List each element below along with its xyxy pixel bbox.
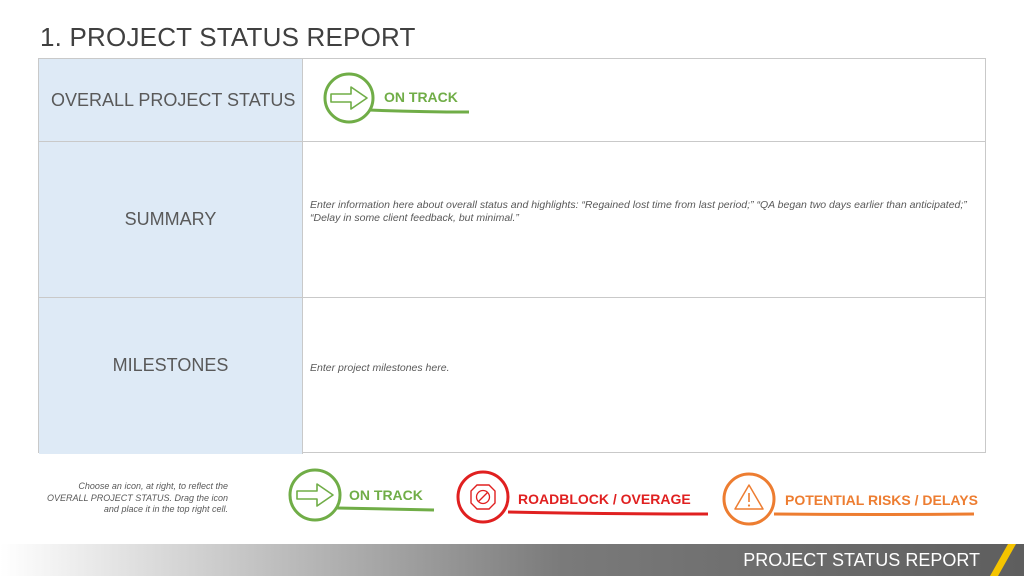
instruction-text: Choose an icon, at right, to reflect the…	[46, 481, 228, 514]
milestones-text[interactable]: Enter project milestones here.	[310, 362, 975, 375]
overall-status-row: OVERALL PROJECT STATUS ON TRACK	[39, 59, 985, 142]
summary-label: SUMMARY	[39, 142, 303, 297]
roadblock-badge[interactable]: ROADBLOCK / OVERAGE	[456, 470, 712, 528]
on-track-badge[interactable]: ON TRACK	[288, 468, 438, 526]
overall-status-label: OVERALL PROJECT STATUS	[39, 59, 303, 141]
current-status-badge[interactable]: ON TRACK	[323, 71, 473, 127]
footer-bar: PROJECT STATUS REPORT	[0, 544, 1024, 576]
current-status-label: ON TRACK	[384, 89, 458, 105]
on-track-label: ON TRACK	[349, 487, 423, 503]
footer-accent-stripe	[990, 544, 1016, 576]
page-title: 1. PROJECT STATUS REPORT	[40, 22, 416, 52]
overall-status-cell[interactable]: ON TRACK	[303, 59, 985, 141]
risks-badge[interactable]: POTENTIAL RISKS / DELAYS	[722, 472, 980, 530]
milestones-row: MILESTONES Enter project milestones here…	[39, 298, 985, 454]
milestones-cell[interactable]: Enter project milestones here.	[303, 298, 985, 454]
summary-cell[interactable]: Enter information here about overall sta…	[303, 142, 985, 297]
milestones-label: MILESTONES	[39, 298, 303, 454]
risks-label: POTENTIAL RISKS / DELAYS	[785, 492, 978, 508]
roadblock-label: ROADBLOCK / OVERAGE	[518, 491, 691, 507]
status-table: OVERALL PROJECT STATUS ON TRACK SUMMARY …	[38, 58, 986, 454]
summary-row: SUMMARY Enter information here about ove…	[39, 142, 985, 298]
footer-title: PROJECT STATUS REPORT	[743, 550, 980, 570]
summary-text[interactable]: Enter information here about overall sta…	[310, 199, 975, 225]
